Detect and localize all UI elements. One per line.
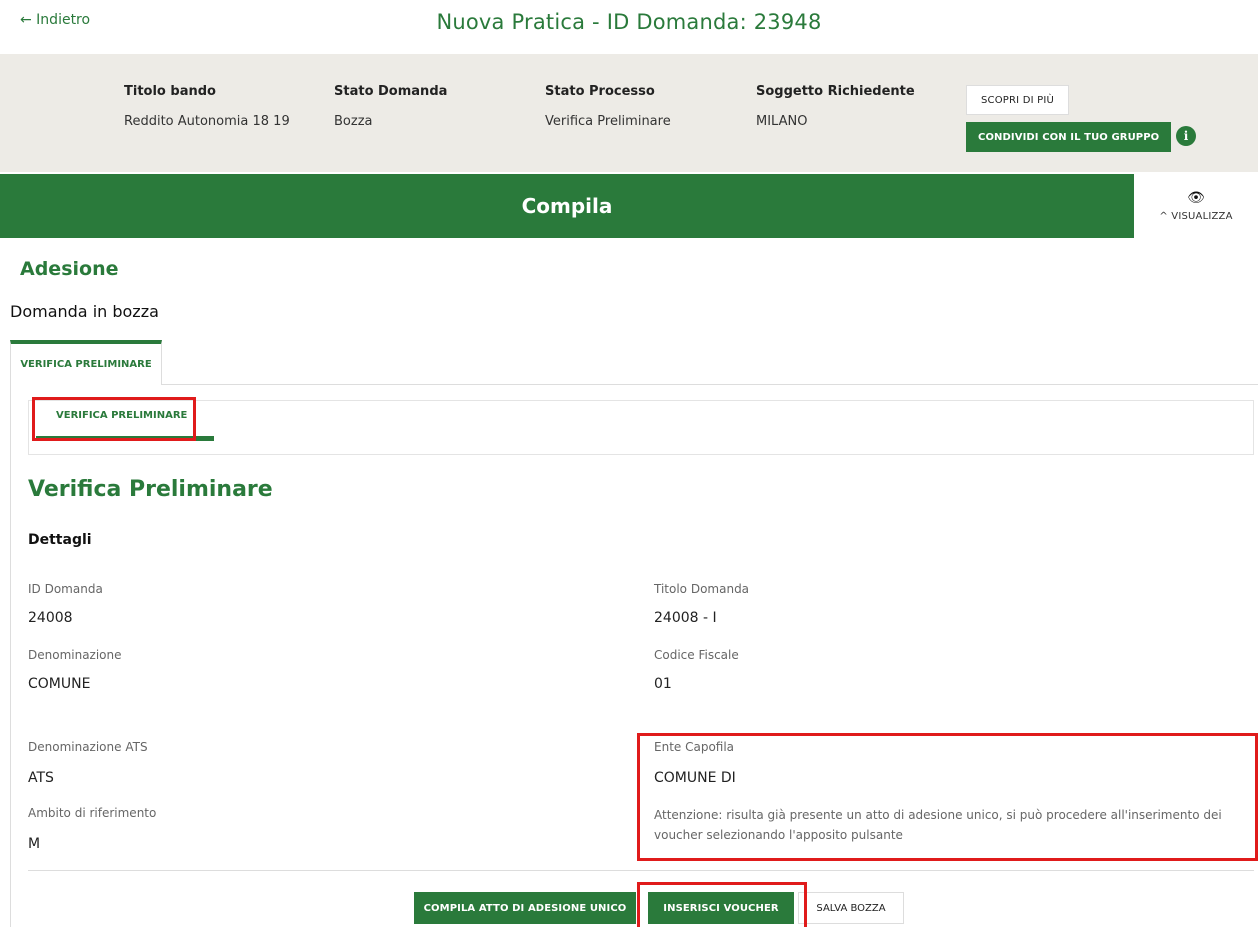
info-value: Bozza [334, 114, 373, 129]
highlight-box [32, 397, 196, 441]
condividi-gruppo-button[interactable]: CONDIVIDI CON IL TUO GRUPPO [966, 122, 1172, 152]
compila-title: Compila [521, 194, 613, 218]
salva-bozza-button[interactable]: SALVA BOZZA [798, 892, 904, 924]
inner-tab-bar [28, 400, 1254, 455]
info-label: Soggetto Richiedente [756, 84, 915, 99]
id-domanda-value: 24008 [28, 610, 73, 626]
info-label: Titolo bando [124, 84, 216, 99]
info-value: Reddito Autonomia 18 19 [124, 114, 290, 129]
visualizza-toggle[interactable]: 👁 ^ VISUALIZZA [1134, 174, 1258, 238]
denominazione-label: Denominazione [28, 648, 122, 662]
scopri-di-piu-button[interactable]: SCOPRI DI PIÙ [966, 85, 1070, 115]
titolo-domanda-value: 24008 - I [654, 610, 717, 626]
compila-bar: Compila [0, 174, 1134, 238]
highlight-box [637, 733, 1258, 861]
info-label: Stato Domanda [334, 84, 448, 99]
denominazione-ats-label: Denominazione ATS [28, 740, 148, 754]
info-icon[interactable]: i [1176, 126, 1196, 146]
content-border [10, 384, 11, 927]
section-subtitle: Domanda in bozza [10, 302, 159, 321]
info-label: Stato Processo [545, 84, 655, 99]
info-value: Verifica Preliminare [545, 114, 671, 129]
codice-fiscale-value: 01 [654, 676, 672, 692]
section-title: Adesione [20, 258, 119, 280]
eye-icon: 👁 [1187, 189, 1205, 206]
denominazione-value: COMUNE [28, 676, 91, 692]
page-title: Nuova Pratica - ID Domanda: 23948 [436, 10, 822, 34]
form-separator [28, 870, 1254, 871]
info-soggetto-richiedente: Soggetto Richiedente MILANO [756, 84, 915, 129]
visualizza-label: ^ VISUALIZZA [1159, 210, 1233, 222]
form-title: Verifica Preliminare [28, 477, 273, 502]
info-titolo-bando: Titolo bando Reddito Autonomia 18 19 [124, 84, 290, 129]
ambito-label: Ambito di riferimento [28, 806, 157, 820]
info-value: MILANO [756, 114, 808, 129]
info-band: Titolo bando Reddito Autonomia 18 19 Sta… [0, 54, 1258, 172]
highlight-box [637, 882, 807, 927]
info-stato-processo: Stato Processo Verifica Preliminare [545, 84, 671, 129]
tab-label: VERIFICA PRELIMINARE [20, 359, 152, 370]
compila-atto-button[interactable]: COMPILA ATTO DI ADESIONE UNICO [414, 892, 636, 924]
denominazione-ats-value: ATS [28, 770, 54, 786]
tab-verifica-preliminare[interactable]: VERIFICA PRELIMINARE [10, 340, 162, 385]
codice-fiscale-label: Codice Fiscale [654, 648, 739, 662]
tabs-divider [162, 384, 1258, 385]
id-domanda-label: ID Domanda [28, 582, 103, 596]
form-subtitle: Dettagli [28, 532, 92, 548]
info-stato-domanda: Stato Domanda Bozza [334, 84, 447, 129]
titolo-domanda-label: Titolo Domanda [654, 582, 750, 596]
ambito-value: M [28, 836, 41, 852]
